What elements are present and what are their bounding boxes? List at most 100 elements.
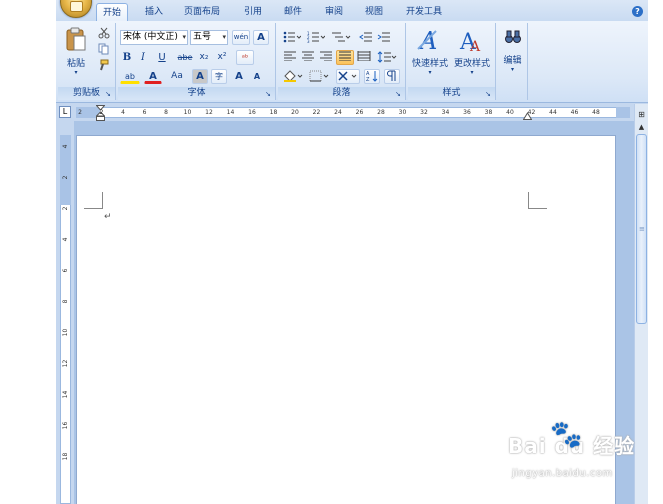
- ribbon-tab-bar: 开始 插入 页面布局 引用 邮件 审阅 视图 开发工具 ?: [56, 0, 648, 22]
- underline-button[interactable]: U: [152, 50, 172, 65]
- change-styles-button[interactable]: A A 更改样式 ▾: [452, 26, 492, 82]
- numbering-icon: 123: [307, 31, 326, 44]
- shading-button[interactable]: [282, 69, 304, 84]
- scroll-up-arrow-icon[interactable]: ▲: [636, 122, 647, 132]
- format-painter-icon[interactable]: [98, 59, 110, 71]
- bold-button[interactable]: B: [120, 50, 134, 65]
- sort-button[interactable]: AZ: [364, 69, 380, 84]
- align-center-button[interactable]: [300, 50, 316, 65]
- distributed-icon: [357, 51, 371, 62]
- bullets-icon: [283, 31, 302, 43]
- font-size-combo[interactable]: 五号 ▾: [190, 30, 228, 45]
- ruler-tick-label: 8: [164, 109, 168, 116]
- paw-icon: 🐾: [550, 420, 583, 450]
- editing-button[interactable]: 编辑 ▾: [499, 26, 526, 82]
- cut-icon[interactable]: [98, 27, 110, 39]
- tab-selector-button[interactable]: L: [59, 106, 71, 118]
- vertical-ruler[interactable]: 4 2 2 4 6 8 10 12 14 16 18: [56, 121, 74, 504]
- ruler-tick-label: 14: [62, 390, 69, 399]
- right-margin-area: [616, 107, 630, 118]
- paste-button[interactable]: 粘贴 ▾: [62, 26, 90, 78]
- ruler-tick-label: 10: [183, 109, 192, 116]
- dialog-launcher-icon[interactable]: ↘: [265, 90, 273, 98]
- grow-font-button[interactable]: A: [231, 69, 247, 84]
- align-left-button[interactable]: [282, 50, 298, 65]
- font-color-button[interactable]: A: [144, 69, 162, 84]
- justify-button[interactable]: [336, 50, 354, 65]
- chinese-layout-button[interactable]: [336, 69, 360, 84]
- crop-mark-top-left: [84, 192, 103, 209]
- svg-text:3: 3: [307, 39, 310, 43]
- borders-icon: [309, 70, 329, 82]
- paint-bucket-icon: [284, 70, 303, 82]
- crop-mark-top-right: [528, 192, 547, 209]
- ruler-tick-label: 26: [355, 109, 364, 116]
- line-spacing-button[interactable]: [376, 50, 398, 65]
- ruler-tick-label: 16: [62, 421, 69, 430]
- increase-indent-button[interactable]: [376, 30, 392, 45]
- dialog-launcher-icon[interactable]: ↘: [485, 90, 493, 98]
- borders-button[interactable]: [308, 69, 330, 84]
- bullets-button[interactable]: [282, 30, 302, 45]
- help-icon[interactable]: ?: [632, 6, 643, 17]
- superscript-button[interactable]: x²: [214, 50, 230, 65]
- tab-mailings[interactable]: 邮件: [278, 3, 308, 21]
- quick-styles-dropdown-icon: ▾: [428, 69, 432, 76]
- clear-format-button[interactable]: ᵃᵇ: [236, 50, 254, 65]
- horizontal-ruler[interactable]: L 2 2 4 6 8 10 12 14 16 18 20 22 24 26 28 30 32 34 36 38 40 4…: [56, 104, 648, 121]
- ruler-tick-label: 46: [570, 109, 579, 116]
- show-marks-button[interactable]: [384, 69, 400, 84]
- distributed-button[interactable]: [356, 50, 372, 65]
- change-styles-icon: A A: [459, 30, 481, 55]
- ruler-tick-label: 32: [420, 109, 428, 116]
- change-case-button[interactable]: Aa: [166, 69, 188, 84]
- shrink-font-button[interactable]: A: [249, 69, 265, 84]
- increase-indent-icon: [377, 32, 390, 42]
- decrease-indent-button[interactable]: [358, 30, 374, 45]
- multilevel-list-button[interactable]: [330, 30, 352, 45]
- ruler-tick-label: 40: [506, 109, 514, 116]
- change-styles-dropdown-icon: ▾: [470, 69, 474, 76]
- paragraph-mark: ↵: [104, 212, 112, 222]
- binoculars-icon: [504, 30, 521, 43]
- highlight-button[interactable]: ab: [120, 69, 140, 84]
- ruler-tick-label: 6: [142, 109, 147, 116]
- group-paragraph: 123 A Z 段落 ↘: [278, 23, 406, 100]
- font-name-combo[interactable]: 宋体 (中文正) ▾: [120, 30, 188, 45]
- ruler-tick-label: 10: [62, 328, 69, 337]
- align-center-icon: [302, 51, 314, 62]
- ruler-tick-label: 22: [312, 109, 321, 116]
- ruler-strip: [76, 107, 630, 118]
- italic-button[interactable]: I: [136, 50, 150, 65]
- copy-icon[interactable]: [98, 43, 110, 55]
- align-right-button[interactable]: [318, 50, 334, 65]
- view-ruler-icon[interactable]: ⊞: [636, 109, 647, 120]
- scrollbar-thumb[interactable]: ≡: [636, 134, 647, 324]
- tab-home[interactable]: 开始: [96, 3, 129, 21]
- enclose-char-button[interactable]: 字: [211, 69, 227, 84]
- ruler-tick-label: 28: [377, 109, 385, 116]
- strikethrough-button[interactable]: abe: [176, 50, 194, 65]
- quick-styles-button[interactable]: A 快速样式 ▾: [410, 26, 450, 82]
- dialog-launcher-icon[interactable]: ↘: [395, 90, 403, 98]
- tab-page-layout[interactable]: 页面布局: [178, 3, 226, 21]
- tab-references[interactable]: 引用: [238, 3, 268, 21]
- ruler-tick-label: 4: [121, 109, 125, 116]
- clipboard-icon: [66, 27, 86, 51]
- dialog-launcher-icon[interactable]: ↘: [105, 90, 113, 98]
- tab-review[interactable]: 审阅: [319, 3, 349, 21]
- ruler-tick-label: 2: [62, 175, 69, 180]
- tab-view[interactable]: 视图: [359, 3, 389, 21]
- line-spacing-icon: [377, 51, 397, 63]
- phonetic-guide-button[interactable]: wén: [232, 30, 250, 45]
- ruler-tick-label: 36: [463, 109, 471, 116]
- ruler-tick-label: 48: [592, 109, 600, 116]
- char-shading-button[interactable]: A: [192, 69, 208, 84]
- char-border-button[interactable]: A: [253, 30, 269, 45]
- numbering-button[interactable]: 123: [306, 30, 326, 45]
- subscript-button[interactable]: x₂: [196, 50, 212, 65]
- tab-insert[interactable]: 插入: [139, 3, 169, 21]
- group-styles: A 快速样式 ▾ A A 更改样式 ▾ 样式 ↘: [408, 23, 496, 100]
- ruler-tick-label: 2: [62, 206, 69, 211]
- tab-developer[interactable]: 开发工具: [400, 3, 448, 21]
